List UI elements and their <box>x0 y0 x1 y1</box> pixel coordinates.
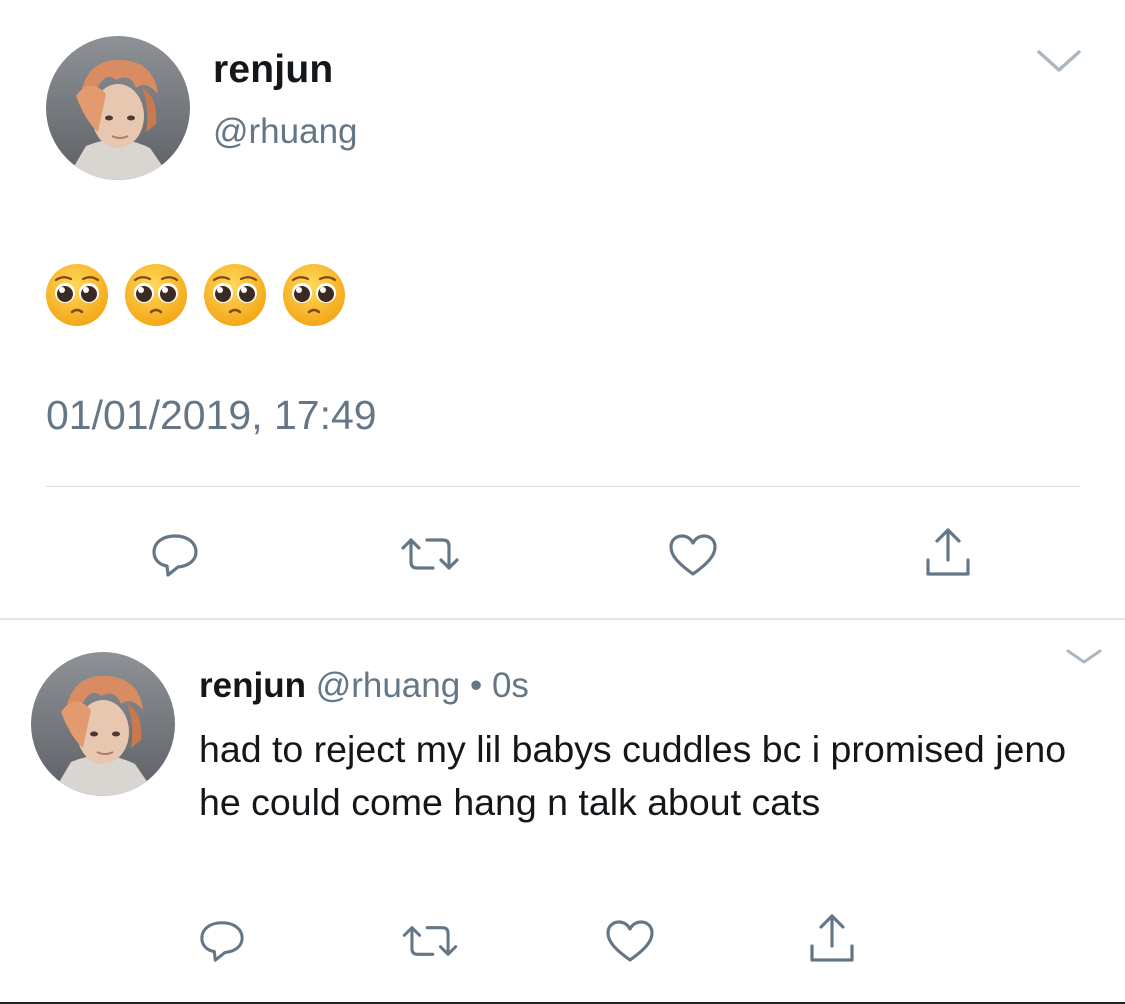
tweet-time[interactable]: 0s <box>492 666 529 705</box>
emoji-row <box>44 262 347 326</box>
pleading-face-emoji <box>283 264 345 326</box>
chevron-down-icon[interactable] <box>1034 46 1084 76</box>
display-name[interactable]: renjun <box>213 48 333 92</box>
handle[interactable]: @rhuang <box>213 112 358 152</box>
chevron-down-icon[interactable] <box>1064 646 1104 668</box>
separator-dot: • <box>469 666 483 705</box>
retweet-icon[interactable] <box>398 922 462 960</box>
tweet-text: had to reject my lil babys cuddles bc i … <box>199 728 1067 823</box>
like-icon[interactable] <box>604 918 656 964</box>
like-icon[interactable] <box>667 532 719 578</box>
pleading-face-emoji <box>204 264 266 326</box>
reply-icon[interactable] <box>148 530 202 580</box>
tweet-timestamp[interactable]: 01/01/2019, 17:49 <box>46 392 377 439</box>
avatar[interactable] <box>31 652 175 796</box>
handle[interactable]: @rhuang <box>316 666 461 705</box>
share-icon[interactable] <box>806 912 858 966</box>
pleading-face-emoji <box>125 264 187 326</box>
display-name[interactable]: renjun <box>199 666 306 705</box>
reply-icon[interactable] <box>196 917 248 965</box>
divider <box>0 618 1125 620</box>
retweet-icon[interactable] <box>397 534 463 574</box>
reply-header: renjun @rhuang • 0s <box>199 666 529 706</box>
pleading-face-emoji <box>46 264 108 326</box>
divider <box>46 486 1080 487</box>
avatar[interactable] <box>46 36 190 180</box>
share-icon[interactable] <box>922 526 974 580</box>
